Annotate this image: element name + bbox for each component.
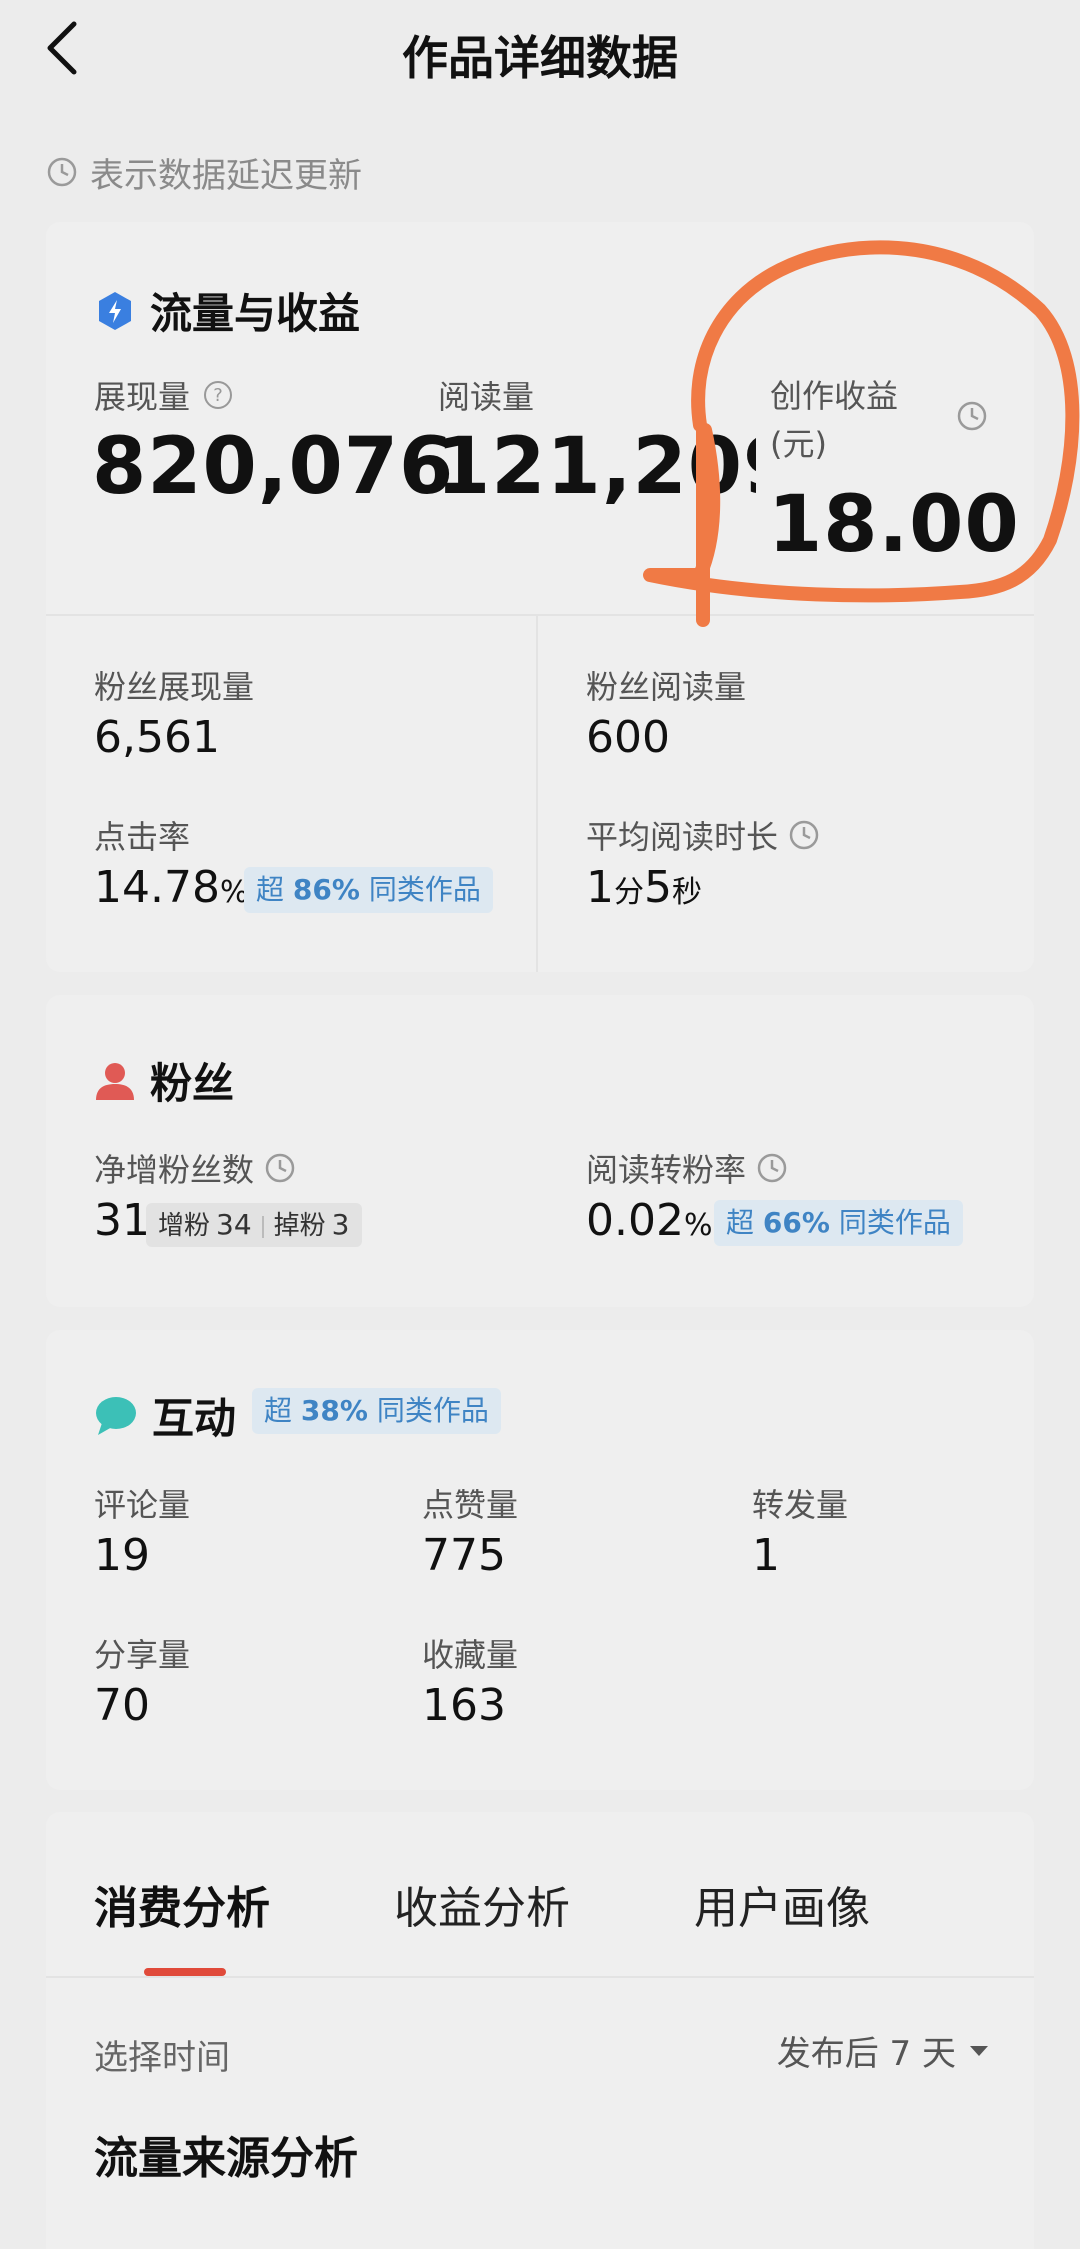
page: 作品详细数据 表示数据延迟更新 流量与收益 展现量 ? 820,076 阅读量 … (0, 0, 1080, 2249)
ctr-label: 点击率 (94, 818, 191, 856)
divider (46, 1976, 1034, 1978)
interaction-title: 互动 (94, 1385, 236, 1446)
clock-icon (957, 401, 987, 431)
favorites-value: 163 (422, 1680, 506, 1731)
interaction-card: 互动 超 38% 同类作品 评论量 19 点赞量 775 转发量 1 分享量 7… (46, 1330, 1034, 1790)
fan-reads-value: 600 (586, 712, 670, 763)
ctr-value: 14.78% (94, 862, 249, 913)
time-range-dropdown[interactable]: 发布后 7 天 (777, 2026, 990, 2075)
fan-reads-label: 粉丝阅读量 (586, 668, 747, 706)
chat-bubble-icon (96, 1396, 136, 1435)
fans-change-badge: 增粉 34 掉粉 3 (146, 1203, 362, 1247)
avg-read-time-label: 平均阅读时长 (586, 812, 820, 858)
interaction-percentile-badge: 超 38% 同类作品 (252, 1388, 501, 1434)
delay-note: 表示数据延迟更新 (46, 150, 362, 196)
earnings-value: 18.00 (768, 480, 1020, 570)
page-title: 作品详细数据 (402, 31, 678, 85)
analysis-card: 消费分析 收益分析 用户画像 选择时间 发布后 7 天 流量来源分析 (46, 1812, 1034, 2249)
comments-value: 19 (94, 1530, 150, 1581)
clock-icon (757, 1153, 787, 1183)
divider (536, 614, 538, 972)
read-to-fan-rate-label: 阅读转粉率 (586, 1145, 788, 1191)
likes-value: 775 (422, 1530, 506, 1581)
tab-user-profile[interactable]: 用户画像 (694, 1872, 870, 1936)
app-header: 作品详细数据 (0, 0, 1080, 100)
tab-earnings-analysis[interactable]: 收益分析 (394, 1872, 570, 1936)
user-icon (96, 1062, 134, 1100)
help-icon[interactable]: ? (202, 379, 234, 411)
reposts-value: 1 (752, 1530, 780, 1581)
comments-label: 评论量 (94, 1486, 191, 1524)
select-time-label: 选择时间 (94, 2038, 230, 2078)
avg-read-time-value: 1分5秒 (586, 862, 702, 913)
divider (46, 614, 1034, 616)
reads-label: 阅读量 (438, 378, 535, 416)
impressions-label: 展现量 ? (94, 372, 234, 418)
reads-value: 121,209 (436, 422, 756, 512)
shares-value: 70 (94, 1680, 150, 1731)
traffic-source-title: 流量来源分析 (94, 2133, 358, 2184)
caret-down-icon (970, 2045, 988, 2056)
conv-percentile-badge: 超 66% 同类作品 (714, 1200, 963, 1246)
likes-label: 点赞量 (422, 1486, 519, 1524)
ctr-percentile-badge: 超 86% 同类作品 (244, 867, 493, 913)
fans-card: 粉丝 净增粉丝数 31 增粉 34 掉粉 3 阅读转粉率 0.02% 超 66% 同类… (46, 995, 1034, 1307)
clock-icon (789, 820, 819, 850)
fan-impressions-label: 粉丝展现量 (94, 668, 255, 706)
fan-impressions-value: 6,561 (94, 712, 220, 763)
impressions-value: 820,076 (92, 422, 455, 512)
tab-indicator (144, 1968, 226, 1976)
badge-separator (261, 1215, 264, 1238)
earnings-label: 创作收益 (元) (770, 377, 899, 463)
lightning-icon (99, 291, 131, 330)
tab-consumption-analysis[interactable]: 消费分析 (94, 1872, 270, 1936)
traffic-earnings-title: 流量与收益 (94, 280, 360, 341)
time-range-value: 发布后 7 天 (776, 2034, 956, 2074)
traffic-earnings-card: 流量与收益 展现量 ? 820,076 阅读量 121,209 创作收益 (元)… (46, 222, 1034, 972)
svg-text:?: ? (213, 385, 223, 406)
clock-icon (265, 1153, 295, 1183)
net-fans-value: 31 (94, 1195, 150, 1246)
reposts-label: 转发量 (752, 1486, 849, 1524)
net-fans-label: 净增粉丝数 (94, 1145, 296, 1191)
fans-title: 粉丝 (94, 1050, 234, 1111)
delay-note-text: 表示数据延迟更新 (90, 155, 362, 196)
favorites-label: 收藏量 (422, 1636, 519, 1674)
read-to-fan-rate-value: 0.02% (586, 1195, 713, 1246)
shares-label: 分享量 (94, 1636, 191, 1674)
clock-icon (47, 157, 77, 187)
